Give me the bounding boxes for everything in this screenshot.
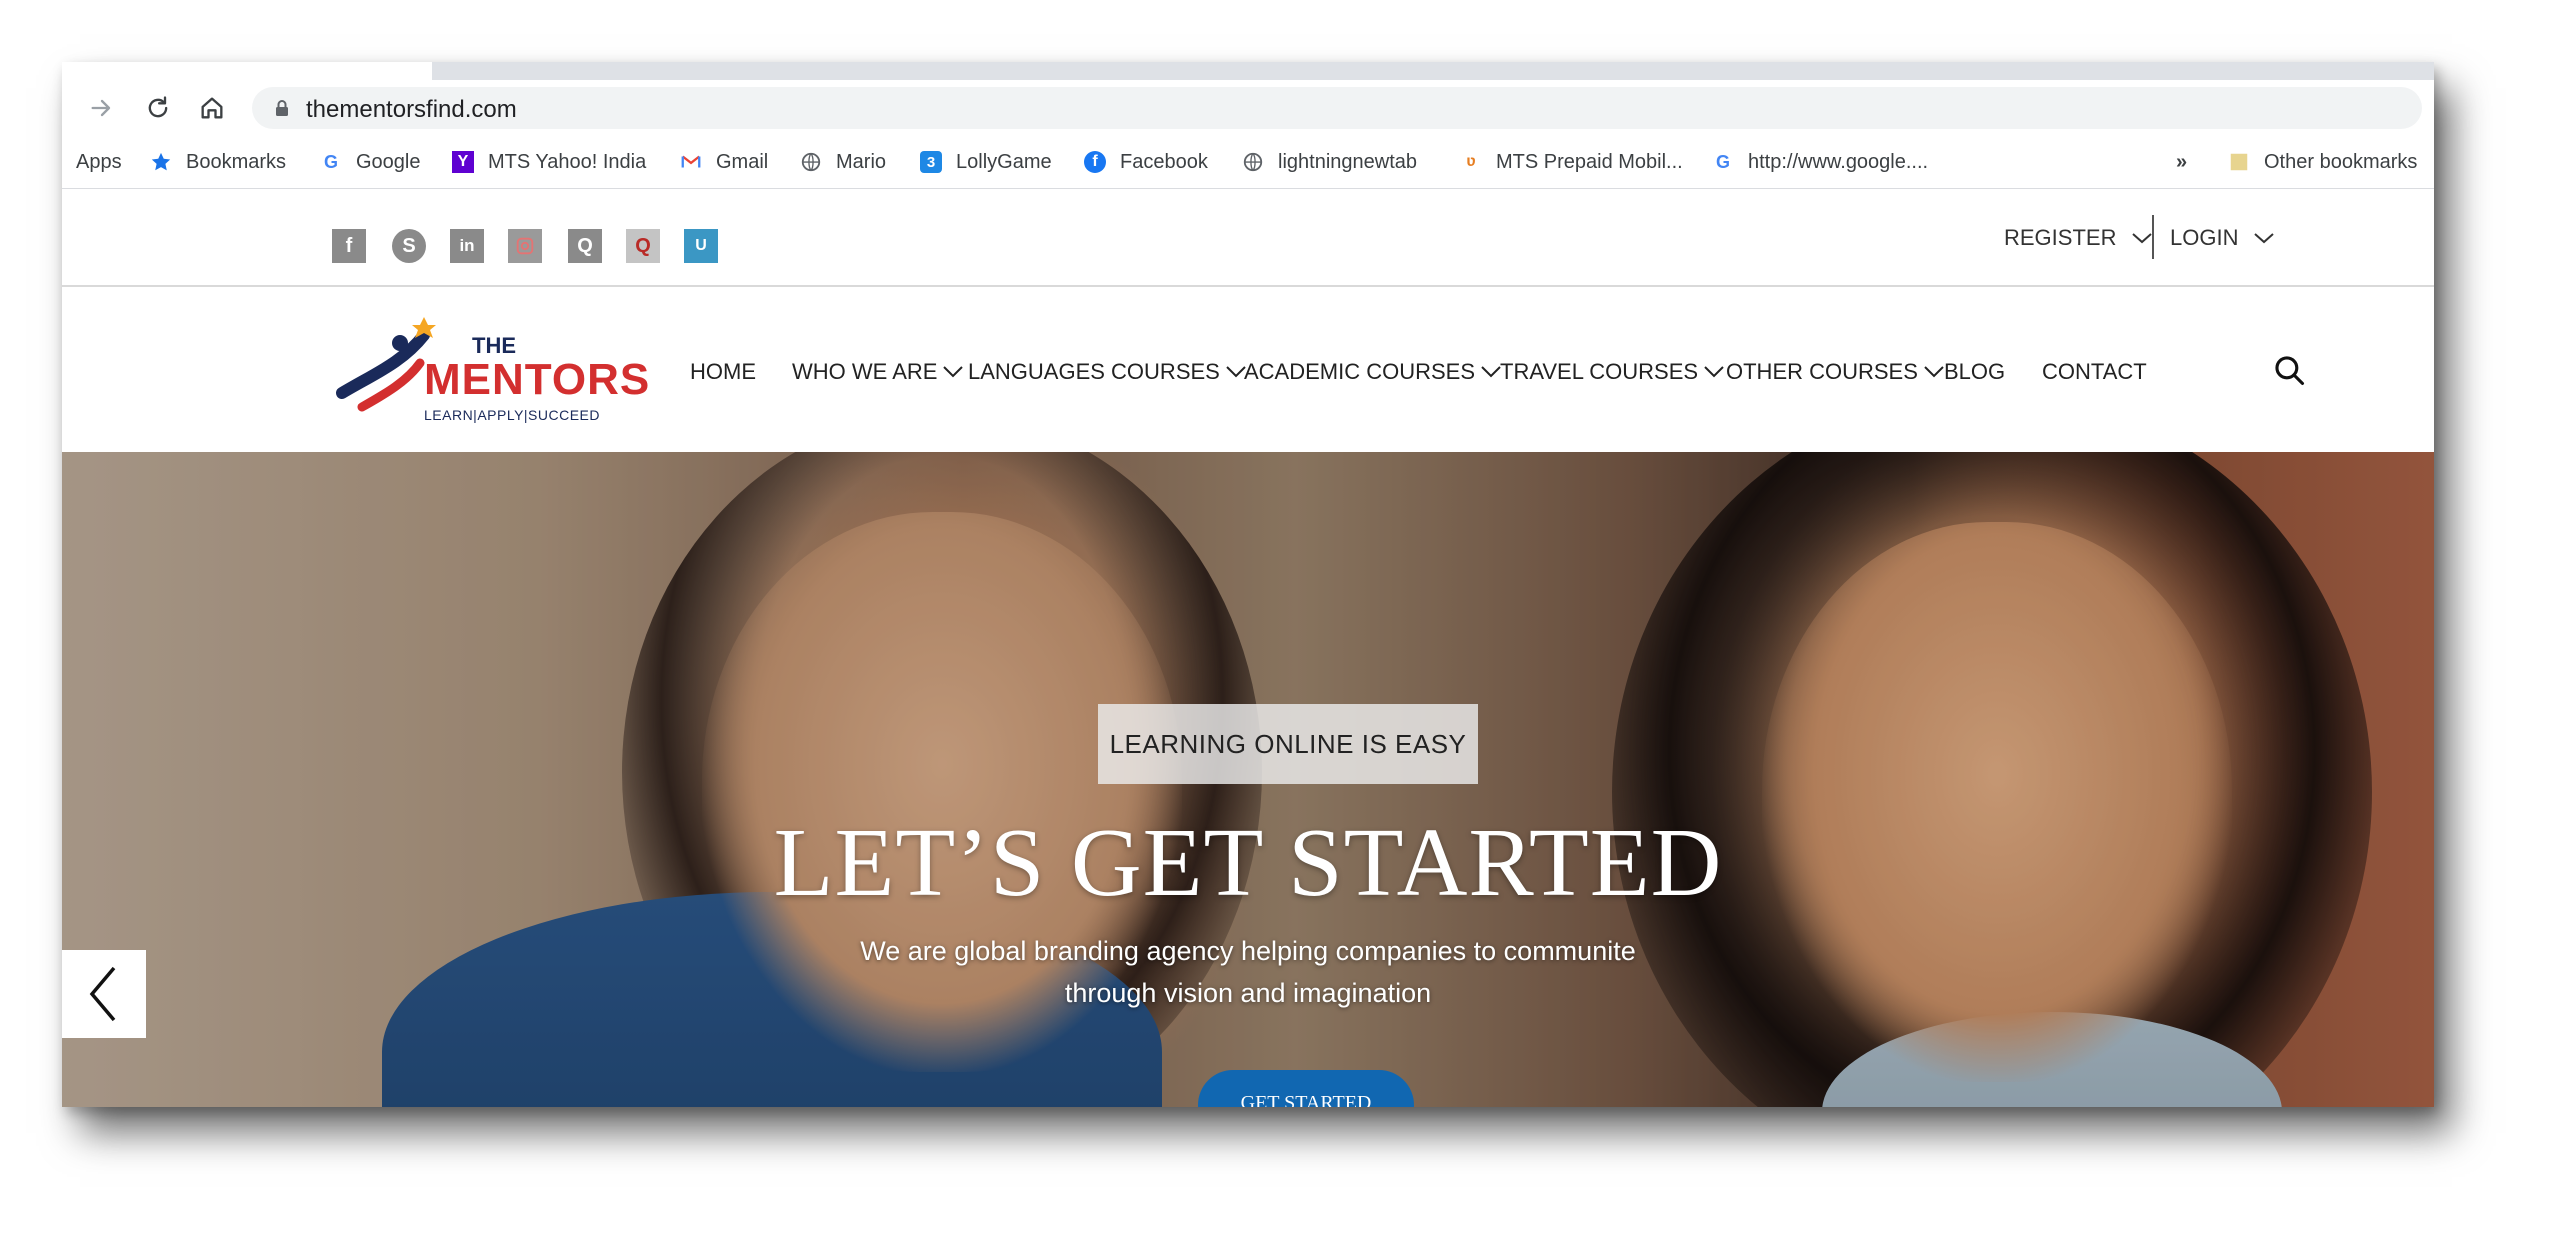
browser-window: thementorsfind.com Apps Bookmarks G Goog… <box>62 62 2434 1107</box>
bookmark-label: Google <box>356 150 421 173</box>
bookmark-other[interactable]: Other bookmarks <box>2228 148 2417 176</box>
bookmark-label: Facebook <box>1120 150 1208 173</box>
hero-subtitle-line: We are global branding agency helping co… <box>860 936 1636 966</box>
url-text: thementorsfind.com <box>306 96 517 123</box>
hero-title: LET’S GET STARTED <box>773 809 1723 917</box>
nav-contact[interactable]: CONTACT <box>2042 359 2147 385</box>
instagram-icon[interactable] <box>508 229 542 263</box>
nav-who-we-are[interactable]: WHO WE ARE <box>792 359 965 385</box>
folder-icon <box>2228 151 2250 173</box>
hero-slider: LEARNING ONLINE IS EASY LET’S GET STARTE… <box>62 452 2434 1107</box>
bookmark-label: Mario <box>836 150 887 173</box>
google-icon: G <box>1715 151 1730 172</box>
globe-icon <box>1242 151 1264 173</box>
mts-icon: ʋ <box>1466 153 1476 170</box>
bookmark-label: Bookmarks <box>186 150 287 173</box>
nav-home[interactable]: HOME <box>690 359 756 385</box>
nav-label: WHO WE ARE <box>792 359 938 384</box>
bookmark-lollygame[interactable]: 3 LollyGame <box>920 148 1052 176</box>
bookmark-label: MTS Prepaid Mobil... <box>1496 150 1683 173</box>
quora-red-icon[interactable]: Q <box>626 229 660 263</box>
bookmarks-bar: Apps Bookmarks G Google Y MTS Yahoo! Ind… <box>62 136 2434 189</box>
chevron-down-icon <box>1704 366 1724 378</box>
nav-label: HOME <box>690 359 756 384</box>
forward-icon[interactable] <box>84 90 120 126</box>
yahoo-icon: Y <box>452 151 474 173</box>
star-icon <box>150 151 172 173</box>
tab-strip <box>62 62 2434 80</box>
nav-label: TRAVEL COURSES <box>1500 359 1699 384</box>
bookmark-facebook[interactable]: f Facebook <box>1084 148 1208 176</box>
slider-prev-button[interactable] <box>62 950 146 1038</box>
skype-icon[interactable]: S <box>392 229 426 263</box>
logo-tagline: LEARN|APPLY|SUCCEED <box>424 407 601 423</box>
bookmark-label: lightningnewtab <box>1278 150 1417 173</box>
nav-label: LANGUAGES COURSES <box>968 359 1220 384</box>
chevron-down-icon <box>2132 233 2153 244</box>
chevron-left-icon <box>89 966 116 1022</box>
bookmark-label: LollyGame <box>956 150 1052 173</box>
globe-icon <box>800 151 822 173</box>
account-divider <box>2152 215 2154 259</box>
nav-blog[interactable]: BLOG <box>1944 359 2005 385</box>
bookmark-label: Gmail <box>716 150 769 173</box>
hero-badge: LEARNING ONLINE IS EASY <box>1098 704 1478 784</box>
quora-icon[interactable]: Q <box>568 229 602 263</box>
bookmark-mario[interactable]: Mario <box>800 148 886 176</box>
bookmark-mts-prepaid[interactable]: ʋ MTS Prepaid Mobil... <box>1460 148 1683 176</box>
bookmark-google-url[interactable]: G http://www.google.... <box>1712 148 1928 176</box>
bookmark-yahoo[interactable]: Y MTS Yahoo! India <box>452 148 646 176</box>
nav-label: BLOG <box>1944 359 2006 384</box>
nav-label: ACADEMIC COURSES <box>1244 359 1476 384</box>
nav-academic-courses[interactable]: ACADEMIC COURSES <box>1244 359 1503 385</box>
linkedin-icon[interactable]: in <box>450 229 484 263</box>
nav-travel-courses[interactable]: TRAVEL COURSES <box>1500 359 1726 385</box>
bookmark-lightningnewtab[interactable]: lightningnewtab <box>1242 148 1417 176</box>
bookmark-label: http://www.google.... <box>1748 150 1929 173</box>
browser-toolbar: thementorsfind.com <box>62 80 2434 136</box>
chevron-down-icon <box>1924 366 1944 378</box>
main-navbar: THE MENTORS LEARN|APPLY|SUCCEED HOME WHO… <box>62 287 2434 452</box>
search-icon[interactable] <box>2272 353 2306 387</box>
site-logo[interactable]: THE MENTORS LEARN|APPLY|SUCCEED <box>332 315 649 425</box>
address-bar[interactable]: thementorsfind.com <box>252 87 2422 129</box>
bookmark-label: Apps <box>76 150 122 173</box>
facebook-icon[interactable]: f <box>332 229 366 263</box>
login-menu[interactable]: LOGIN <box>2170 225 2276 251</box>
reload-icon[interactable] <box>140 90 176 126</box>
nav-languages-courses[interactable]: LANGUAGES COURSES <box>968 359 1248 385</box>
login-label: LOGIN <box>2170 225 2239 250</box>
bookmark-google[interactable]: G Google <box>320 148 421 176</box>
lollygame-icon: 3 <box>920 151 942 173</box>
hero-subtitle: We are global branding agency helping co… <box>62 930 2434 1014</box>
urbanpro-icon[interactable]: U <box>684 229 718 263</box>
tab-strip-background <box>432 62 2434 80</box>
bookmark-gmail[interactable]: Gmail <box>680 148 768 176</box>
lock-icon <box>276 100 288 116</box>
facebook-icon: f <box>1084 151 1106 173</box>
bookmark-label: MTS Yahoo! India <box>488 150 647 173</box>
bookmark-bookmarks[interactable]: Bookmarks <box>150 148 286 176</box>
get-started-button[interactable]: GET STARTED <box>1198 1070 1414 1107</box>
home-icon[interactable] <box>194 90 230 126</box>
chevron-down-icon <box>943 366 964 378</box>
overflow-label: » <box>2176 150 2188 173</box>
logo-text-mentors: MENTORS <box>424 355 651 404</box>
nav-label: CONTACT <box>2042 359 2147 384</box>
bookmark-apps[interactable]: Apps <box>76 148 122 176</box>
hero-subtitle-line: through vision and imagination <box>1064 978 1432 1008</box>
register-label: REGISTER <box>2004 225 2117 250</box>
nav-label: OTHER COURSES <box>1726 359 1918 384</box>
google-icon: G <box>323 151 338 172</box>
chevron-down-icon <box>2254 233 2275 244</box>
bookmark-label: Other bookmarks <box>2264 150 2418 173</box>
gmail-icon <box>680 151 702 173</box>
register-menu[interactable]: REGISTER <box>2004 225 2154 251</box>
nav-other-courses[interactable]: OTHER COURSES <box>1726 359 1946 385</box>
bookmarks-overflow-button[interactable]: » <box>2176 148 2187 176</box>
site-topbar: f S in Q Q U REGISTER LOGIN <box>62 189 2434 287</box>
